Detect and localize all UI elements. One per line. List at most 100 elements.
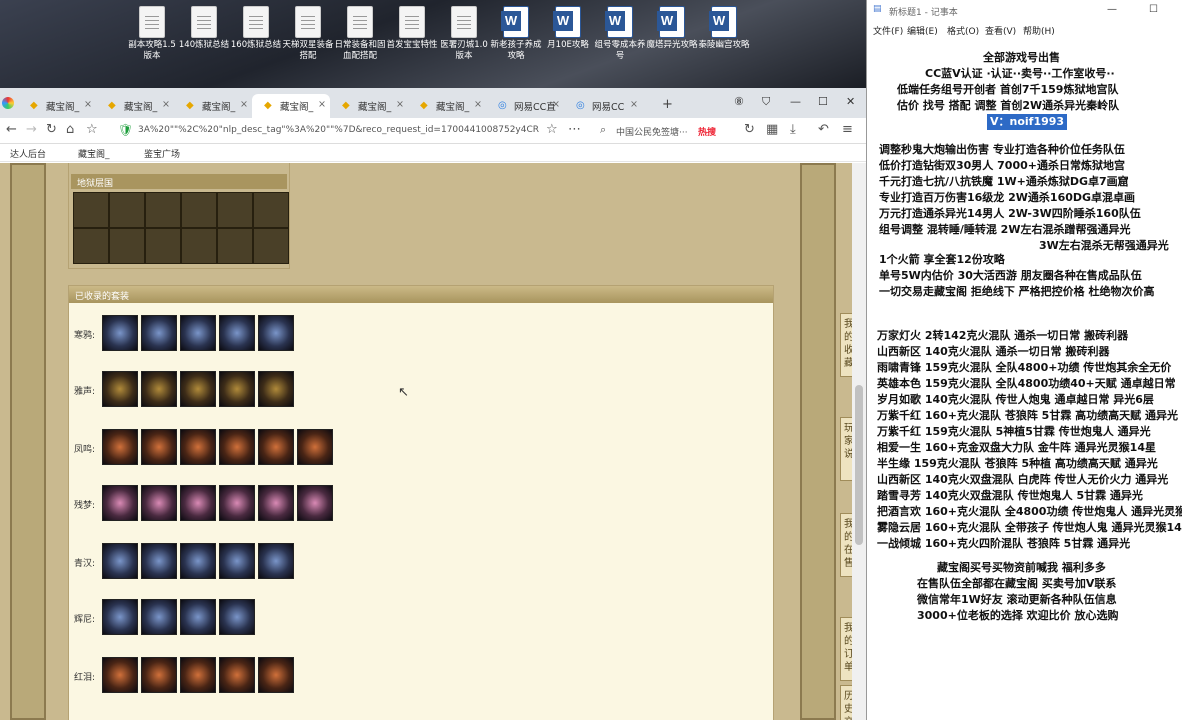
browser-tab[interactable]: ◆ 藏宝阁_ × <box>96 94 174 118</box>
tab-count-icon[interactable]: ⑧ <box>734 95 744 108</box>
close-tab-icon[interactable]: × <box>396 99 404 110</box>
close-tab-icon[interactable]: × <box>318 99 326 110</box>
gear-item-icon[interactable] <box>102 315 138 351</box>
storage-slot[interactable] <box>217 192 253 228</box>
desktop-icon[interactable]: W 新老孩子养成攻略 <box>490 6 542 62</box>
storage-slot[interactable] <box>253 228 289 264</box>
gear-item-icon[interactable] <box>258 429 294 465</box>
undo-icon[interactable]: ↶ <box>818 122 829 138</box>
gear-item-icon[interactable] <box>180 543 216 579</box>
gear-item-icon[interactable] <box>180 371 216 407</box>
download-icon[interactable]: ⤓ <box>790 122 796 138</box>
notepad-menu-item[interactable]: 格式(O) <box>947 24 979 37</box>
close-tab-icon[interactable]: × <box>240 99 248 110</box>
desktop-icon[interactable]: W 组号零成本养号 <box>594 6 646 62</box>
notepad-menu-item[interactable]: 帮助(H) <box>1023 24 1055 37</box>
scrollbar[interactable] <box>852 163 866 720</box>
gear-item-icon[interactable] <box>102 429 138 465</box>
shield-ext-icon[interactable]: ⛉ <box>762 95 770 109</box>
close-tab-icon[interactable]: × <box>84 99 92 110</box>
apps-icon[interactable]: ▦ <box>766 122 778 138</box>
back-icon[interactable]: ← <box>6 122 17 138</box>
notepad-menu-item[interactable]: 查看(V) <box>985 24 1016 37</box>
maximize-icon[interactable]: ☐ <box>1149 4 1158 15</box>
gear-item-icon[interactable] <box>219 485 255 521</box>
forward-icon[interactable]: → <box>26 122 37 138</box>
gear-item-icon[interactable] <box>258 371 294 407</box>
gear-item-icon[interactable] <box>141 371 177 407</box>
desktop-icon[interactable]: W 魔塔异光攻略 <box>646 6 698 51</box>
browser-tab[interactable]: ◆ 藏宝阁_ × <box>174 94 252 118</box>
gear-item-icon[interactable] <box>297 429 333 465</box>
notepad-text[interactable]: 全部游戏号出售 CC蓝V认证 ·认证··卖号··工作室收号·· 低端任务组号开创者 … <box>867 38 1182 720</box>
storage-slot[interactable] <box>109 192 145 228</box>
storage-slot[interactable] <box>109 228 145 264</box>
browser-tab[interactable]: ◆ 藏宝阁_ × <box>408 94 486 118</box>
notepad-menu-item[interactable]: 编辑(E) <box>907 24 938 37</box>
gear-item-icon[interactable] <box>297 485 333 521</box>
close-tab-icon[interactable]: × <box>630 99 638 110</box>
address-bar[interactable]: 🛡 3A%20""%2C%20"nlp_desc_tag"%3A%20""%7D… <box>112 121 588 141</box>
gear-item-icon[interactable] <box>219 599 255 635</box>
gear-item-icon[interactable] <box>141 543 177 579</box>
browser-tab[interactable]: ◎ 网易CC × <box>564 94 642 118</box>
browser-tab[interactable]: ◆ 藏宝阁_ × <box>252 94 330 118</box>
gear-item-icon[interactable] <box>219 657 255 693</box>
storage-slot[interactable] <box>217 228 253 264</box>
desktop-icon[interactable]: W 月10E攻略 <box>542 6 594 51</box>
favorite-star-icon[interactable]: ☆ <box>546 122 558 138</box>
desktop-icon[interactable]: 副本攻略1.5版本 <box>126 6 178 62</box>
gear-item-icon[interactable] <box>102 657 138 693</box>
storage-slot[interactable] <box>181 192 217 228</box>
browser-tab[interactable]: ◆ 藏宝阁_ × <box>18 94 96 118</box>
menu-icon[interactable]: ≡ <box>842 122 853 138</box>
storage-slot[interactable] <box>253 192 289 228</box>
gear-item-icon[interactable] <box>180 315 216 351</box>
close-tab-icon[interactable]: × <box>474 99 482 110</box>
close-window-icon[interactable]: ✕ <box>846 95 855 108</box>
gear-item-icon[interactable] <box>219 429 255 465</box>
bookmark-star-icon[interactable]: ☆ <box>86 122 98 138</box>
gear-item-icon[interactable] <box>141 315 177 351</box>
bookmark-item[interactable]: 鉴宝广场 <box>144 147 180 160</box>
gear-item-icon[interactable] <box>258 657 294 693</box>
gear-item-icon[interactable] <box>219 371 255 407</box>
gear-item-icon[interactable] <box>102 371 138 407</box>
browser-tab[interactable]: ◎ 网易CC直 × <box>486 94 564 118</box>
desktop-icon[interactable]: 160炼狱总结 <box>230 6 282 51</box>
storage-slot[interactable] <box>73 228 109 264</box>
gear-item-icon[interactable] <box>180 485 216 521</box>
gear-item-icon[interactable] <box>258 543 294 579</box>
notepad-menu-item[interactable]: 文件(F) <box>873 24 903 37</box>
storage-slot[interactable] <box>181 228 217 264</box>
new-tab-button[interactable]: + <box>662 97 673 112</box>
gear-item-icon[interactable] <box>258 315 294 351</box>
search-box[interactable]: ⌕ 中国公民免签塘··· 热搜 <box>596 121 736 141</box>
gear-item-icon[interactable] <box>141 657 177 693</box>
desktop-icon[interactable]: W 秦陵幽宫攻略 <box>698 6 750 51</box>
more-icon[interactable]: ⋯ <box>568 122 581 138</box>
reload-icon[interactable]: ↻ <box>46 122 57 138</box>
gear-item-icon[interactable] <box>258 485 294 521</box>
gear-item-icon[interactable] <box>180 657 216 693</box>
maximize-icon[interactable]: ☐ <box>818 95 828 108</box>
bookmark-item[interactable]: 达人后台 <box>10 147 46 160</box>
gear-item-icon[interactable] <box>141 429 177 465</box>
desktop-icon[interactable]: 医署刃城1.0版本 <box>438 6 490 62</box>
gear-item-icon[interactable] <box>141 599 177 635</box>
gear-item-icon[interactable] <box>141 485 177 521</box>
close-tab-icon[interactable]: × <box>162 99 170 110</box>
desktop-icon[interactable]: 首发宝宝特性 <box>386 6 438 51</box>
minimize-icon[interactable]: — <box>790 95 801 108</box>
browser-tab[interactable]: ◆ 藏宝阁_ × <box>330 94 408 118</box>
storage-slot[interactable] <box>145 192 181 228</box>
close-tab-icon[interactable]: × <box>552 99 560 110</box>
gear-item-icon[interactable] <box>219 543 255 579</box>
bookmark-item[interactable]: 藏宝阁_ <box>78 147 110 160</box>
gear-item-icon[interactable] <box>180 429 216 465</box>
desktop-icon[interactable]: 日常装备和固血配搭配 <box>334 6 386 62</box>
desktop-icon[interactable]: 140炼狱总结 <box>178 6 230 51</box>
gear-item-icon[interactable] <box>180 599 216 635</box>
gear-item-icon[interactable] <box>102 543 138 579</box>
gear-item-icon[interactable] <box>102 485 138 521</box>
